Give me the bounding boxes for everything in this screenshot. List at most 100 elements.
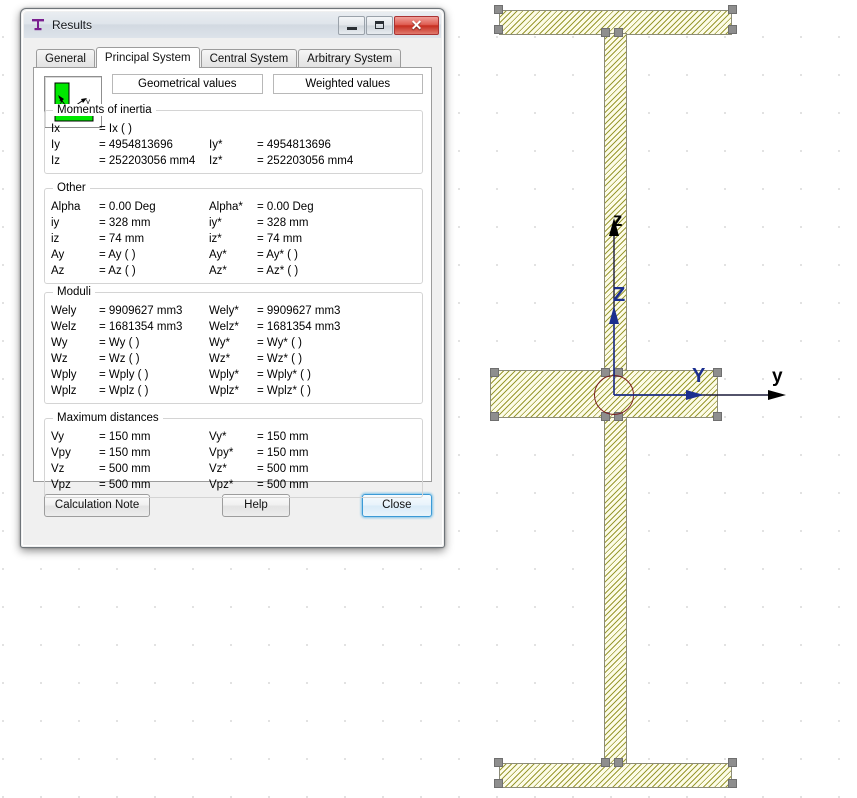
row-value: = Wplz ( ) xyxy=(99,385,149,397)
row-symbol: Alpha xyxy=(51,201,81,213)
data-row: Welz = 1681354 mm3 Welz* = 1681354 mm3 xyxy=(45,319,422,335)
row-value-weighted: = 150 mm xyxy=(257,431,309,443)
row-symbol: Vpy xyxy=(51,447,71,459)
data-row: Wely = 9909627 mm3 Wely* = 9909627 mm3 xyxy=(45,303,422,319)
data-row: Az = Az ( ) Az* = Az* ( ) xyxy=(45,263,422,279)
row-symbol: Vpz xyxy=(51,479,71,491)
row-symbol-weighted: Alpha* xyxy=(209,201,243,213)
row-symbol: Iz xyxy=(51,155,60,167)
row-symbol-weighted: Vpz* xyxy=(209,479,234,491)
axis-label-principal-z: Z xyxy=(613,284,626,306)
data-row: Vpy = 150 mm Vpy* = 150 mm xyxy=(45,445,422,461)
row-value: = Az ( ) xyxy=(99,265,136,277)
group-other: Other Alpha = 0.00 Deg Alpha* = 0.00 Deg i… xyxy=(44,182,423,285)
row-symbol: Wply xyxy=(51,369,77,381)
group-rows: Wely = 9909627 mm3 Wely* = 9909627 mm3 Wel… xyxy=(45,293,422,405)
row-symbol: Wely xyxy=(51,305,77,317)
row-value: = Wy ( ) xyxy=(99,337,140,349)
row-value: = 74 mm xyxy=(99,233,145,245)
row-symbol: Vy xyxy=(51,431,64,443)
results-dialog[interactable]: Results ✕ General Principal System Centr… xyxy=(20,8,445,548)
column-header-weighted: Weighted values xyxy=(272,74,423,94)
group-rows: Vy = 150 mm Vy* = 150 mm Vpy = 150 mm Vpy* =… xyxy=(45,419,422,499)
row-value-weighted: = 328 mm xyxy=(257,217,309,229)
tab-general[interactable]: General xyxy=(36,49,95,67)
close-button[interactable]: ✕ xyxy=(394,15,439,35)
row-symbol-weighted: Az* xyxy=(209,265,227,277)
row-value-weighted: = Az* ( ) xyxy=(257,265,299,277)
window-titlebar[interactable]: Results ✕ xyxy=(24,12,441,38)
row-value: = 500 mm xyxy=(99,479,151,491)
row-symbol: Iy xyxy=(51,139,60,151)
row-symbol-weighted: Vy* xyxy=(209,431,227,443)
row-symbol-weighted: Iz* xyxy=(209,155,223,167)
row-value-weighted: = 4954813696 xyxy=(257,139,331,151)
data-row: Vpz = 500 mm Vpz* = 500 mm xyxy=(45,477,422,493)
row-value: = 4954813696 xyxy=(99,139,173,151)
row-symbol-weighted: Wply* xyxy=(209,369,240,381)
axis-label-global-y: y xyxy=(772,366,783,387)
row-value: = 328 mm xyxy=(99,217,151,229)
group-moduli: Moduli Wely = 9909627 mm3 Wely* = 9909627 … xyxy=(44,286,423,405)
row-value-weighted: = Wz* ( ) xyxy=(257,353,303,365)
window-controls: ✕ xyxy=(338,15,439,35)
row-value: = 0.00 Deg xyxy=(99,201,156,213)
row-symbol-weighted xyxy=(209,121,257,137)
data-row: Ay = Ay ( ) Ay* = Ay* ( ) xyxy=(45,247,422,263)
row-value: = Ix ( ) xyxy=(99,123,132,135)
row-symbol-weighted: Wely* xyxy=(209,305,239,317)
group-rows: Alpha = 0.00 Deg Alpha* = 0.00 Deg iy = 328… xyxy=(45,189,422,285)
row-symbol-weighted: Wplz* xyxy=(209,385,240,397)
row-value: = Ay ( ) xyxy=(99,249,136,261)
maximize-button[interactable] xyxy=(366,15,393,35)
principal-system-panel: z y Geometrical values Weighted values M… xyxy=(33,67,432,498)
tab-principal-system[interactable]: Principal System xyxy=(95,47,200,68)
row-value-weighted: = 1681354 mm3 xyxy=(257,321,341,333)
row-symbol-weighted: Vz* xyxy=(209,463,227,475)
row-symbol-weighted: iy* xyxy=(209,217,222,229)
row-symbol: iz xyxy=(51,233,60,245)
row-symbol-weighted: Welz* xyxy=(209,321,239,333)
row-symbol-weighted: Wy* xyxy=(209,337,230,349)
row-value-weighted: = Wy* ( ) xyxy=(257,337,302,349)
data-row: Vy = 150 mm Vy* = 150 mm xyxy=(45,429,422,445)
row-value-weighted: = 500 mm xyxy=(257,463,309,475)
data-row: Iy = 4954813696 Iy* = 4954813696 xyxy=(45,137,422,153)
row-value-weighted: = 74 mm xyxy=(257,233,303,245)
close-icon: ✕ xyxy=(410,17,423,33)
row-value-weighted: = 0.00 Deg xyxy=(257,201,314,213)
row-value-weighted xyxy=(257,121,378,137)
tab-central-system[interactable]: Central System xyxy=(200,49,298,67)
column-headers: Geometrical values Weighted values xyxy=(112,74,423,94)
data-row: Vz = 500 mm Vz* = 500 mm xyxy=(45,461,422,477)
row-symbol: Wy xyxy=(51,337,68,349)
axis-label-global-z: z xyxy=(613,210,623,231)
tab-arbitrary-system[interactable]: Arbitrary System xyxy=(298,49,402,67)
row-symbol-weighted: Ay* xyxy=(209,249,227,261)
row-value-weighted: = 252203056 mm4 xyxy=(257,155,354,167)
data-row: Iz = 252203056 mm4 Iz* = 252203056 mm4 xyxy=(45,153,422,169)
data-row: iy = 328 mm iy* = 328 mm xyxy=(45,215,422,231)
row-symbol: Az xyxy=(51,265,65,277)
row-value: = 150 mm xyxy=(99,447,151,459)
data-row: iz = 74 mm iz* = 74 mm xyxy=(45,231,422,247)
row-symbol: Vz xyxy=(51,463,65,475)
row-value: = 500 mm xyxy=(99,463,151,475)
row-symbol-weighted: Iy* xyxy=(209,139,223,151)
row-symbol: Wz xyxy=(51,353,68,365)
data-row: Alpha = 0.00 Deg Alpha* = 0.00 Deg xyxy=(45,199,422,215)
tab-strip: General Principal System Central System … xyxy=(33,46,432,68)
data-row: Wply = Wply ( ) Wply* = Wply* ( ) xyxy=(45,367,422,383)
minimize-button[interactable] xyxy=(338,15,365,35)
window-body: General Principal System Central System … xyxy=(24,38,441,544)
row-value-weighted: = 500 mm xyxy=(257,479,309,491)
axis-label-principal-y: Y xyxy=(692,365,706,387)
row-symbol: Welz xyxy=(51,321,77,333)
row-value: = Wz ( ) xyxy=(99,353,140,365)
row-value-weighted: = Wplz* ( ) xyxy=(257,385,311,397)
data-row: Wy = Wy ( ) Wy* = Wy* ( ) xyxy=(45,335,422,351)
row-value-weighted: = Wply* ( ) xyxy=(257,369,311,381)
row-value-weighted: = 150 mm xyxy=(257,447,309,459)
i-beam-section-icon xyxy=(32,19,44,31)
row-symbol: Ay xyxy=(51,249,65,261)
